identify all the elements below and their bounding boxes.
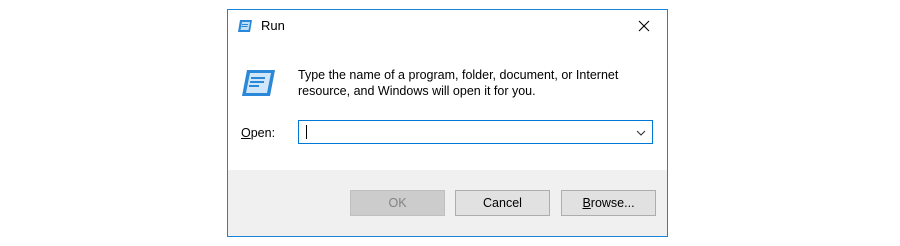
browse-label: rowse...: [590, 196, 635, 210]
cancel-button[interactable]: Cancel: [455, 190, 550, 216]
instruction-text: Type the name of a program, folder, docu…: [298, 68, 619, 98]
browse-accelerator: B: [582, 196, 591, 210]
run-dialog: Run Type the name of a program, folder, …: [227, 9, 668, 237]
close-button[interactable]: [621, 10, 667, 41]
open-label-accelerator: O: [241, 126, 251, 140]
run-app-icon: [237, 19, 253, 33]
close-icon: [638, 20, 650, 32]
text-cursor: [306, 125, 307, 139]
open-input[interactable]: [299, 121, 619, 143]
ok-button[interactable]: OK: [350, 190, 445, 216]
title-bar[interactable]: Run: [228, 10, 667, 42]
browse-button[interactable]: Browse...: [561, 190, 656, 216]
open-label: Open:: [241, 126, 275, 140]
chevron-down-icon: [636, 123, 646, 141]
open-label-text: pen:: [250, 126, 276, 140]
open-dropdown-button[interactable]: [630, 121, 652, 143]
dialog-content: Type the name of a program, folder, docu…: [228, 42, 667, 170]
window-title: Run: [261, 18, 285, 33]
run-icon: [240, 69, 276, 97]
dialog-footer: OK Cancel Browse...: [228, 170, 667, 236]
open-combobox[interactable]: [298, 120, 653, 144]
